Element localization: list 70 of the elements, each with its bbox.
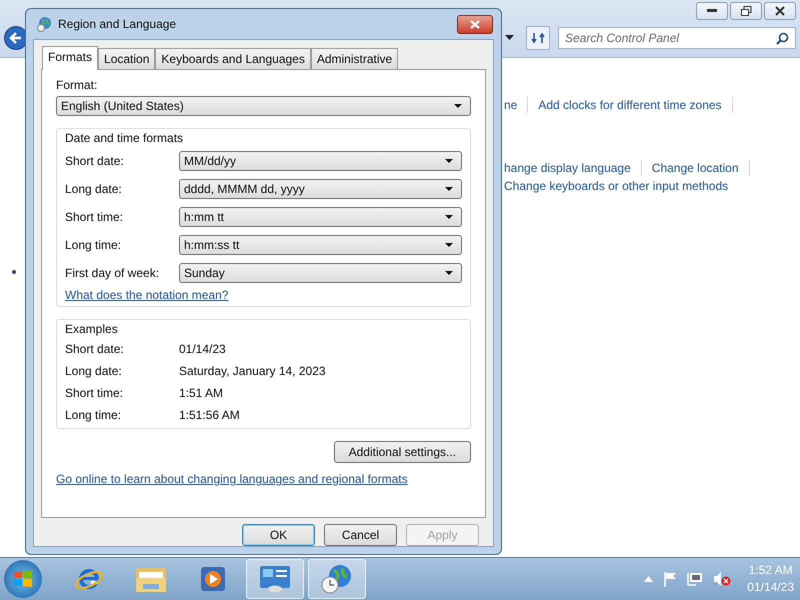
format-dropdown[interactable]: dddd, MMMM dd, yyyy	[179, 179, 462, 199]
globe-clock-icon	[321, 564, 353, 594]
start-button[interactable]	[4, 560, 42, 598]
dialog-button[interactable]: Cancel	[324, 524, 397, 546]
refresh-button[interactable]	[526, 26, 550, 50]
link[interactable]: Change keyboards or other input methods	[504, 179, 728, 193]
taskbar-button[interactable]	[246, 559, 304, 599]
group-title: Date and time formats	[65, 131, 184, 145]
dropdown-arrow-icon	[454, 104, 462, 108]
globe-icon	[36, 16, 52, 32]
link[interactable]: ne	[504, 98, 518, 112]
example-label: Long time:	[65, 408, 122, 422]
format-dropdown[interactable]: h:mm:ss tt	[179, 235, 462, 255]
tab[interactable]: Formats	[42, 46, 98, 70]
example-label: Long date:	[65, 364, 123, 378]
link[interactable]: hange display language	[504, 161, 631, 175]
link[interactable]: Add clocks for different time zones	[538, 98, 722, 112]
field-label: Short time:	[65, 210, 124, 224]
search-icon	[776, 32, 789, 44]
field-label: First day of week:	[65, 266, 160, 280]
speaker-muted-icon[interactable]	[713, 571, 732, 587]
dropdown-arrow-icon[interactable]	[505, 35, 514, 40]
tab[interactable]: Keyboards and Languages	[155, 48, 311, 69]
clock-time: 1:52 AM	[748, 562, 793, 579]
close-icon	[775, 6, 785, 16]
example-label: Short date:	[65, 342, 125, 356]
windows-logo-icon	[12, 568, 34, 590]
format-dropdown[interactable]: h:mm tt	[179, 207, 462, 227]
example-label: Short time:	[65, 386, 124, 400]
field-label: Long date:	[65, 182, 123, 196]
example-value: Saturday, January 14, 2023	[179, 364, 326, 378]
group-title: Examples	[65, 322, 119, 336]
dropdown-arrow-icon	[445, 159, 453, 163]
minimize-icon	[707, 9, 717, 13]
window-title: Region and Language	[58, 17, 176, 31]
additional-settings-button[interactable]: Additional settings...	[334, 441, 471, 463]
format-dropdown[interactable]: MM/dd/yy	[179, 151, 462, 171]
dropdown-arrow-icon	[445, 187, 453, 191]
search-field[interactable]: Search Control Panel	[558, 26, 796, 48]
taskbar-button[interactable]	[308, 559, 366, 599]
format-dropdown[interactable]: English (United States)	[56, 96, 471, 116]
restore-icon	[740, 6, 752, 16]
format-dropdown[interactable]: Sunday	[179, 263, 462, 283]
dialog-button[interactable]: OK	[242, 524, 315, 546]
close-icon	[470, 20, 480, 28]
folder-icon	[135, 565, 167, 593]
restore-button[interactable]	[730, 2, 762, 20]
dropdown-arrow-icon	[445, 271, 453, 275]
format-label: Format:	[56, 78, 98, 92]
link[interactable]: What does the notation mean?	[65, 288, 228, 302]
network-icon[interactable]	[687, 571, 704, 587]
close-button[interactable]	[457, 14, 493, 34]
example-value: 1:51 AM	[179, 386, 224, 400]
refresh-icon	[531, 30, 545, 44]
close-button[interactable]	[764, 2, 796, 20]
link[interactable]: Change location	[652, 161, 739, 175]
dropdown-arrow-icon	[445, 215, 453, 219]
example-value: 01/14/23	[179, 342, 226, 356]
tab[interactable]: Administrative	[310, 48, 398, 69]
field-label: Short date:	[65, 154, 125, 168]
tab[interactable]: Location	[98, 48, 156, 69]
example-value: 1:51:56 AM	[179, 408, 240, 422]
minimize-button[interactable]	[696, 2, 728, 20]
dropdown-arrow-icon	[445, 243, 453, 247]
bullet-icon	[12, 270, 16, 274]
media-player-icon	[200, 566, 226, 592]
clock-date: 01/14/23	[747, 579, 794, 596]
control-panel-icon	[259, 565, 291, 593]
field-label: Long time:	[65, 238, 122, 252]
link[interactable]: Go online to learn about changing languages and regional formats	[56, 472, 408, 486]
